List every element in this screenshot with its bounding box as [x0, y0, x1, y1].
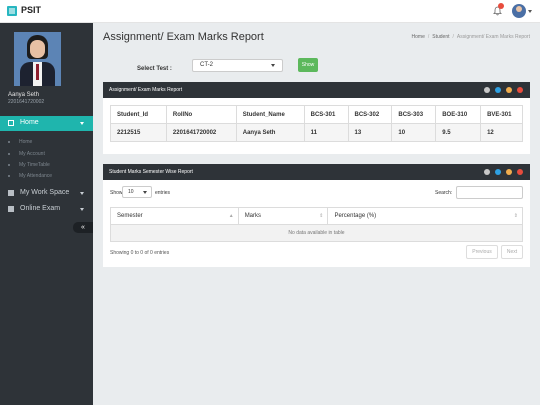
previous-page-button[interactable]: Previous	[466, 245, 498, 259]
table-row: No data available in table	[110, 224, 523, 242]
profile-id: 2201641720002	[8, 99, 45, 105]
close-icon[interactable]	[517, 169, 523, 175]
notification-badge	[498, 3, 504, 9]
profile-name: Aanya Seth	[8, 92, 40, 98]
sidebar-item-my-work-space[interactable]: My Work Space	[0, 186, 93, 201]
select-test-label: Select Test :	[137, 66, 172, 72]
table-row: 2212515 2201641720002 Aanya Seth 11 13 1…	[110, 123, 523, 142]
sidebar-collapse-button[interactable]: «	[73, 222, 93, 233]
semester-table: Semester ▲ Marks ⇕ Percentage (%) ⇕ No data…	[110, 207, 523, 242]
settings-icon[interactable]	[484, 87, 490, 93]
table-header-row: Semester ▲ Marks ⇕ Percentage (%) ⇕	[110, 207, 523, 225]
user-avatar[interactable]	[512, 4, 526, 18]
sidebar-item-label: Online Exam	[20, 205, 61, 212]
book-icon	[8, 206, 14, 212]
empty-table-message: No data available in table	[110, 224, 523, 242]
column-header-semester[interactable]: Semester ▲	[110, 207, 239, 225]
table-cell: 2201641720002	[165, 123, 237, 142]
breadcrumb: Home / Student / Assignment/ Exam Marks Repo…	[411, 34, 530, 40]
chevron-down-icon	[80, 122, 84, 125]
column-header-marks[interactable]: Marks ⇕	[237, 207, 329, 225]
main-content: Assignment/ Exam Marks Report Home / Stude…	[93, 23, 540, 405]
panel-title: Assignment/ Exam Marks Report	[109, 87, 183, 93]
sort-icon: ⇕	[513, 213, 518, 219]
select-test-dropdown[interactable]: CT-2	[192, 59, 283, 72]
column-header-percentage[interactable]: Percentage (%) ⇕	[327, 207, 523, 225]
table-info: Showing 0 to 0 of 0 entries	[110, 250, 170, 256]
marks-report-panel: Assignment/ Exam Marks Report Student_Id…	[103, 82, 530, 154]
table-cell: 9.5	[435, 123, 482, 142]
chevron-down-icon[interactable]	[528, 10, 532, 13]
sidebar-item-home[interactable]: Home	[0, 116, 93, 131]
column-header: Student_Id	[110, 105, 167, 124]
breadcrumb-home[interactable]: Home	[412, 34, 425, 40]
table-cell: 13	[347, 123, 393, 142]
chevron-down-icon	[271, 64, 275, 67]
sort-asc-icon: ▲	[228, 213, 234, 219]
next-page-button[interactable]: Next	[501, 245, 523, 259]
sidebar-item-label: My Work Space	[20, 189, 70, 196]
sidebar-subitem-my-timetable[interactable]: My TimeTable	[8, 162, 50, 168]
table-cell: Aanya Seth	[235, 123, 305, 142]
column-header: Student_Name	[235, 105, 305, 124]
logo-icon	[7, 6, 17, 16]
sidebar-item-label: Home	[20, 119, 39, 126]
chevron-down-icon	[80, 192, 84, 195]
breadcrumb-current: Assignment/ Exam Marks Report	[456, 34, 530, 40]
sidebar-item-online-exam[interactable]: Online Exam	[0, 202, 93, 217]
home-icon	[8, 120, 14, 126]
show-label: Show	[110, 190, 123, 196]
table-cell: 12	[480, 123, 523, 142]
table-cell: 10	[391, 123, 437, 142]
panel-header: Assignment/ Exam Marks Report	[103, 82, 530, 98]
bullet-icon	[8, 163, 10, 166]
entries-label: entries	[155, 190, 171, 196]
panel-header: Student Marks Semester Wise Report	[103, 164, 530, 180]
settings-icon[interactable]	[484, 169, 490, 175]
profile-photo	[14, 32, 61, 86]
brand-name: PSIT	[21, 5, 42, 15]
close-icon[interactable]	[517, 87, 523, 93]
chevron-down-icon	[80, 208, 84, 211]
panel-title: Student Marks Semester Wise Report	[109, 169, 193, 175]
column-header: BCS-303	[391, 105, 437, 124]
semester-report-panel: Student Marks Semester Wise Report Show …	[103, 164, 530, 267]
sidebar: Aanya Seth 2201641720002 Home Home My Ac…	[0, 23, 93, 405]
bullet-icon	[8, 140, 10, 143]
page-title: Assignment/ Exam Marks Report	[103, 31, 264, 43]
column-header: BOE-310	[435, 105, 482, 124]
refresh-icon[interactable]	[495, 169, 501, 175]
monitor-icon	[8, 190, 14, 196]
column-header: BVE-301	[480, 105, 523, 124]
refresh-icon[interactable]	[495, 87, 501, 93]
select-test-row: Select Test : CT-2 Show	[103, 54, 530, 80]
sidebar-subitem-home[interactable]: Home	[8, 139, 32, 145]
search-label: Search:	[435, 190, 453, 196]
entries-length-select[interactable]: 10	[122, 186, 152, 198]
bullet-icon	[8, 152, 10, 155]
minimize-icon[interactable]	[506, 169, 512, 175]
table-cell: 11	[303, 123, 349, 142]
sidebar-subitem-my-attendance[interactable]: My Attendance	[8, 173, 52, 179]
minimize-icon[interactable]	[506, 87, 512, 93]
column-header: BCS-301	[303, 105, 349, 124]
search-input[interactable]	[456, 186, 523, 199]
column-header: BCS-302	[347, 105, 393, 124]
table-header-row: Student_Id RollNo Student_Name BCS-301 B…	[110, 105, 523, 124]
top-bar: PSIT	[0, 0, 540, 23]
table-cell: 2212515	[110, 123, 167, 142]
breadcrumb-student[interactable]: Student	[432, 34, 449, 40]
column-header: RollNo	[165, 105, 237, 124]
marks-table: Student_Id RollNo Student_Name BCS-301 B…	[110, 105, 523, 142]
sidebar-subitem-my-account[interactable]: My Account	[8, 151, 45, 157]
show-button[interactable]: Show	[298, 58, 318, 72]
bullet-icon	[8, 174, 10, 177]
sort-icon: ⇕	[319, 213, 324, 219]
chevron-down-icon	[143, 191, 147, 194]
